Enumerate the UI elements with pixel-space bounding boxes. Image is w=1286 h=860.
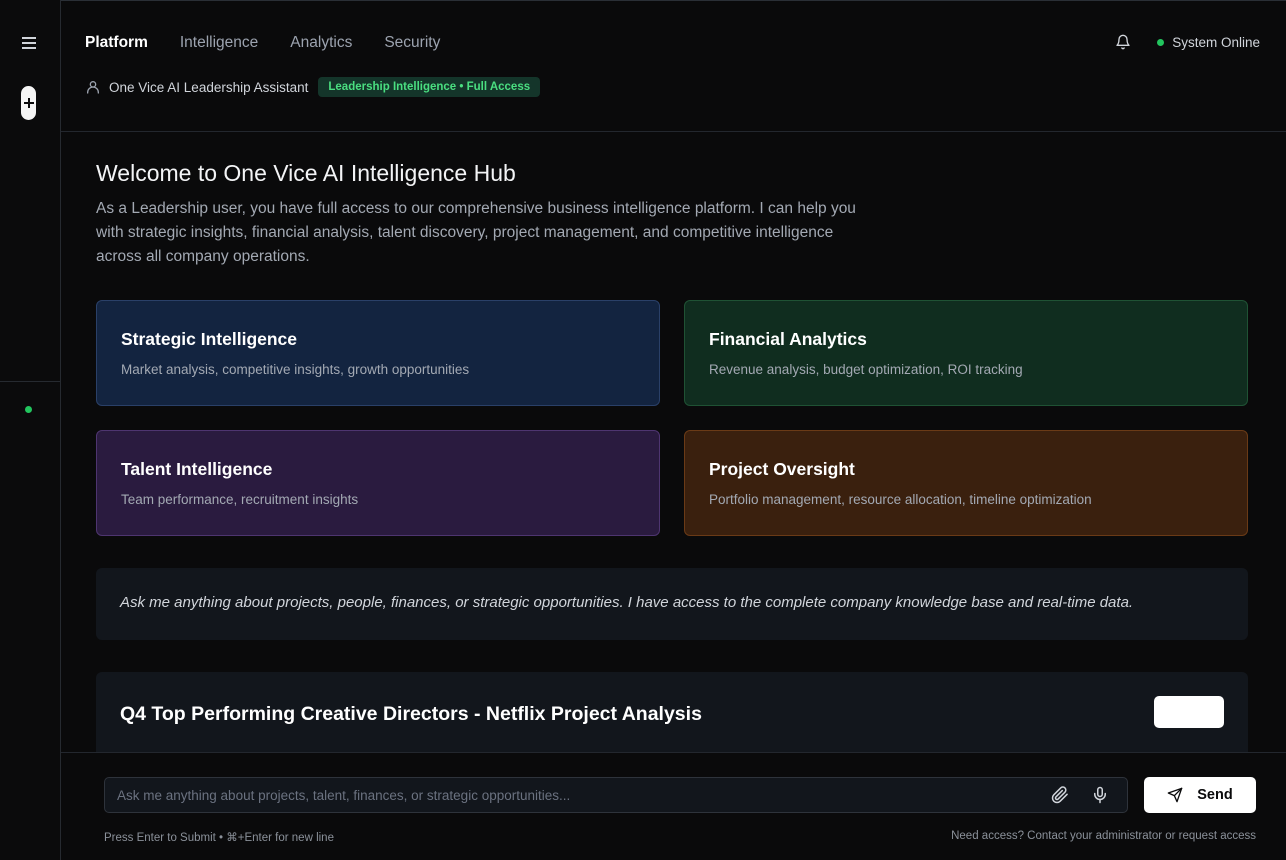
card-subtitle: Market analysis, competitive insights, g… — [121, 362, 470, 377]
welcome-text: As a Leadership user, you have full acce… — [96, 200, 856, 265]
card-title: Strategic Intelligence — [121, 329, 298, 349]
card-financial-analytics[interactable]: Financial Analytics Revenue analysis, bu… — [684, 300, 1248, 406]
paperclip-icon[interactable] — [1051, 786, 1069, 804]
status-dot — [1157, 38, 1165, 46]
bell-icon[interactable] — [1115, 34, 1131, 50]
microphone-icon[interactable] — [1091, 786, 1109, 804]
report-title: Q4 Top Performing Creative Directors - N… — [120, 703, 702, 725]
assistant-label: One Vice AI Leadership Assistant — [109, 79, 309, 95]
tab-platform[interactable]: Platform — [85, 34, 148, 52]
access-badge: Leadership Intelligence • Full Access — [318, 77, 541, 97]
send-button[interactable]: Send — [1144, 777, 1256, 813]
assistant-info: One Vice AI Leadership Assistant Leaders… — [85, 77, 541, 97]
user-icon — [87, 81, 99, 94]
sidebar-status-dot — [25, 406, 32, 413]
system-status: System Online — [1157, 35, 1260, 50]
card-strategic-intelligence[interactable]: Strategic Intelligence Market analysis, … — [96, 300, 660, 406]
sidebar — [0, 0, 61, 860]
tab-analytics[interactable]: Analytics — [290, 34, 352, 52]
card-subtitle: Team performance, recruitment insights — [121, 492, 359, 507]
prompt-hint-box: Ask me anything about projects, people, … — [96, 568, 1248, 640]
main-nav: Platform Intelligence Analytics Security — [85, 34, 440, 52]
send-label: Send — [1197, 787, 1233, 803]
menu-icon[interactable] — [18, 32, 40, 54]
card-subtitle: Portfolio management, resource allocatio… — [709, 492, 1092, 507]
card-title: Financial Analytics — [709, 329, 867, 349]
tab-security[interactable]: Security — [384, 34, 440, 52]
card-title: Project Oversight — [709, 459, 855, 479]
new-chat-button[interactable] — [21, 86, 36, 120]
card-title: Talent Intelligence — [121, 459, 273, 479]
chat-input-wrapper — [104, 777, 1128, 813]
main-content: Welcome to One Vice AI Intelligence Hub … — [61, 132, 1286, 752]
input-hint: Press Enter to Submit • ⌘+Enter for new … — [104, 832, 334, 844]
access-hint: Need access? Contact your administrator … — [951, 830, 1256, 842]
header: Platform Intelligence Analytics Security… — [61, 0, 1286, 132]
plus-icon — [23, 98, 34, 108]
tab-intelligence[interactable]: Intelligence — [180, 34, 258, 52]
report-action-button[interactable] — [1154, 696, 1224, 728]
chat-footer: Send Press Enter to Submit • ⌘+Enter for… — [61, 752, 1286, 860]
status-text: System Online — [1172, 34, 1260, 50]
card-subtitle: Revenue analysis, budget optimization, R… — [709, 362, 1023, 377]
send-icon — [1167, 787, 1183, 803]
report-card: Q4 Top Performing Creative Directors - N… — [96, 672, 1248, 752]
card-talent-intelligence[interactable]: Talent Intelligence Team performance, re… — [96, 430, 660, 536]
header-right: System Online — [1115, 34, 1260, 50]
welcome-title: Welcome to One Vice AI Intelligence Hub — [96, 160, 516, 186]
chat-input[interactable] — [105, 778, 1035, 812]
card-project-oversight[interactable]: Project Oversight Portfolio management, … — [684, 430, 1248, 536]
sidebar-divider — [0, 381, 60, 382]
